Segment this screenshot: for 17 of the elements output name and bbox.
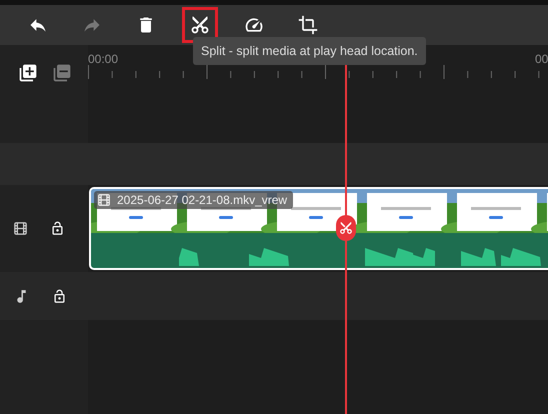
film-icon bbox=[97, 193, 111, 207]
scissors-icon bbox=[190, 15, 210, 35]
add-layer-icon bbox=[18, 62, 38, 82]
scissors-icon bbox=[339, 221, 353, 235]
add-track-button[interactable] bbox=[18, 62, 38, 82]
lock-button[interactable] bbox=[50, 221, 65, 236]
time-label: 00:00 bbox=[88, 52, 118, 66]
unlocked-icon bbox=[50, 221, 65, 236]
time-label: 00 bbox=[535, 52, 548, 66]
clip-name: 2025-06-27 02-21-08.mkv_vrew bbox=[94, 191, 294, 209]
tooltip: Split - split media at play head location. bbox=[193, 37, 426, 65]
crop-icon bbox=[298, 15, 318, 35]
remove-layer-icon bbox=[52, 62, 72, 82]
lock-button[interactable] bbox=[52, 288, 67, 304]
video-clip[interactable]: 2025-06-27 02-21-08.mkv_vrew bbox=[89, 187, 548, 270]
unlocked-icon bbox=[52, 288, 67, 304]
film-icon bbox=[13, 221, 28, 236]
